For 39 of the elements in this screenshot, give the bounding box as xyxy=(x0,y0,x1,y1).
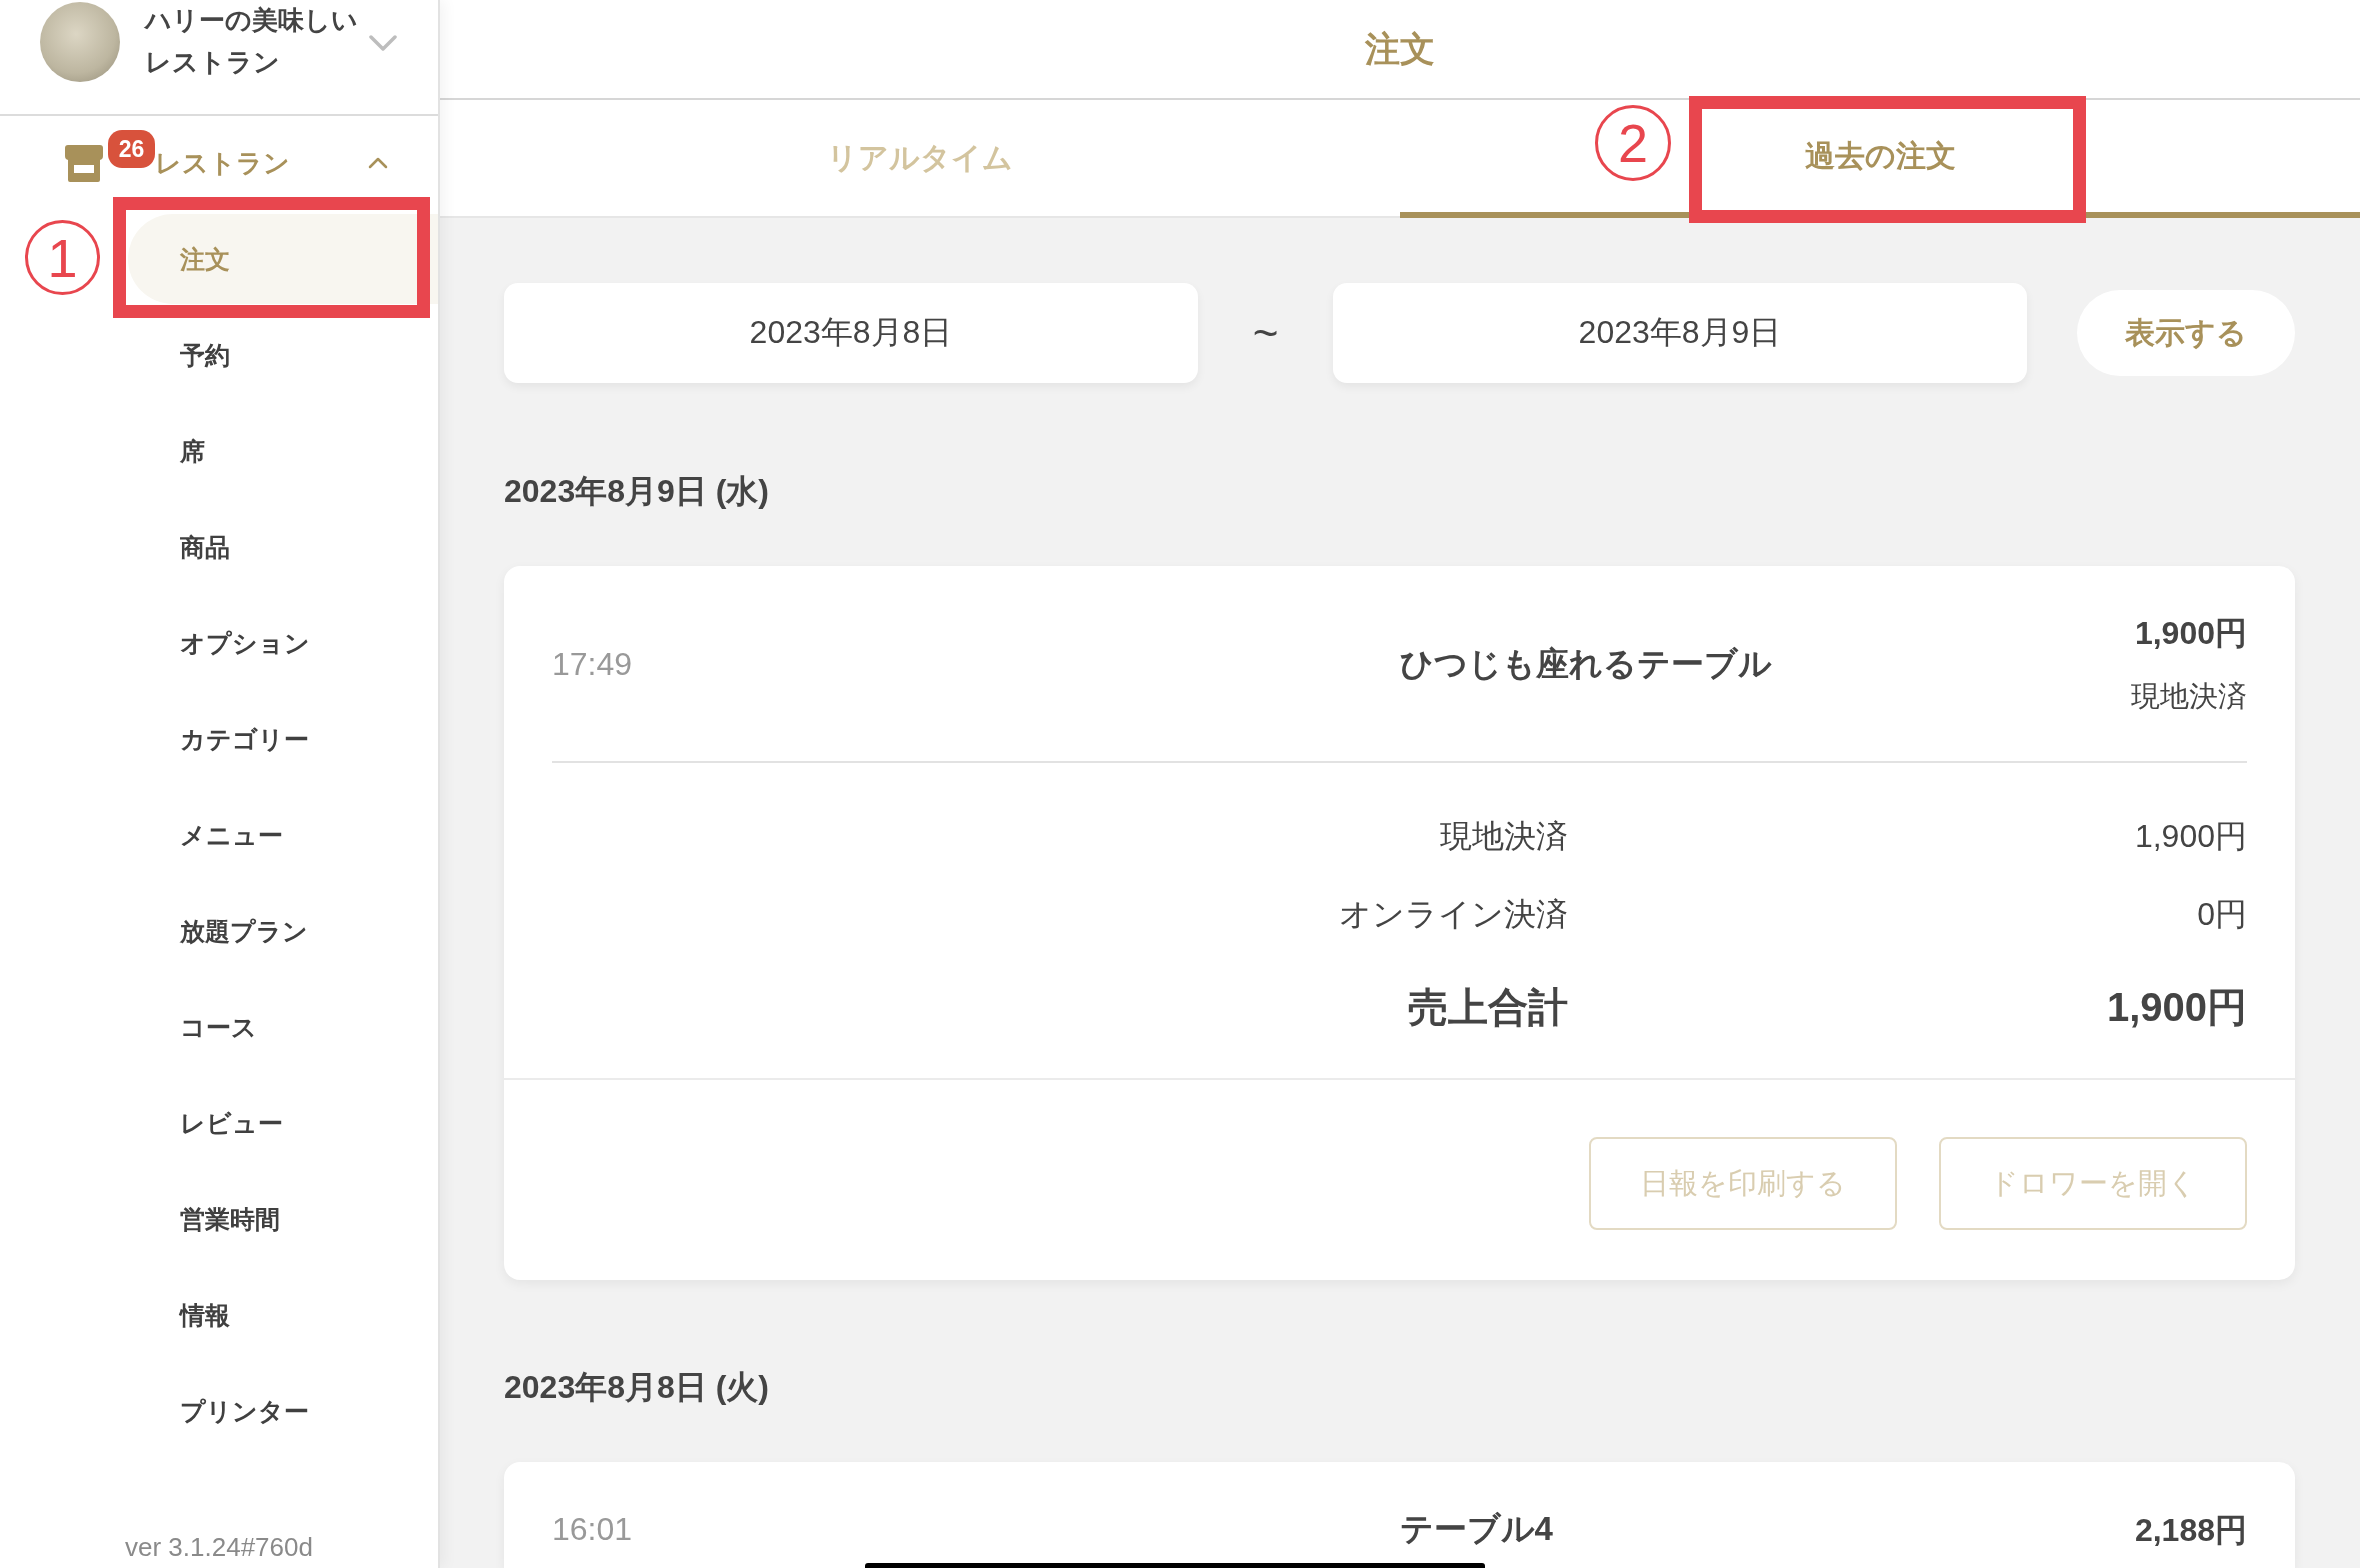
annotation-number: 1 xyxy=(25,220,100,295)
sidebar-item[interactable]: 席 xyxy=(128,406,438,496)
summary-label: 現地決済 xyxy=(1439,817,1568,856)
table-name: テーブル4 xyxy=(1399,1509,1553,1549)
date-field[interactable]: 2023年8月8日 xyxy=(504,283,1198,383)
date-heading: 2023年8月9日 (水) xyxy=(504,472,770,511)
sidebar-item[interactable]: オプション xyxy=(128,598,438,688)
table-name: ひつじも座れるテーブル xyxy=(1399,643,1772,684)
sidebar-item[interactable]: 商品 xyxy=(128,502,438,592)
sidebar-item[interactable]: プリンター xyxy=(128,1366,438,1456)
chevron-down-icon[interactable] xyxy=(369,35,397,51)
summary-label: オンライン決済 xyxy=(1338,895,1568,934)
sidebar-item[interactable]: 営業時間 xyxy=(128,1174,438,1264)
annotation-number: 2 xyxy=(1595,105,1671,181)
sidebar-item[interactable]: カテゴリー xyxy=(128,694,438,784)
sidebar-item[interactable]: 予約 xyxy=(128,310,438,400)
date-heading: 2023年8月8日 (火) xyxy=(504,1368,770,1407)
date-field[interactable]: 2023年8月9日 xyxy=(1333,283,2027,383)
store-icon xyxy=(65,144,103,182)
sidebar-item[interactable]: コース xyxy=(128,982,438,1072)
summary-value: 1,900円 xyxy=(2133,817,2247,856)
sidebar-item[interactable]: 情報 xyxy=(128,1270,438,1360)
version-label: ver 3.1.24#760d xyxy=(125,1531,313,1563)
range-separator: ~ xyxy=(1251,308,1280,358)
page-title: 注文 xyxy=(1365,27,1435,70)
restaurant-name[interactable]: ハリーの美味しいレストラン xyxy=(145,0,363,83)
order-amount: 1,900円 xyxy=(2134,614,2247,653)
sidebar-item[interactable]: メニュー xyxy=(128,790,438,880)
summary-value: 0円 xyxy=(2196,895,2247,934)
count-badge: 26 xyxy=(108,130,155,168)
total-value: 1,900円 xyxy=(2105,984,2247,1031)
sidebar-item[interactable]: 放題プラン xyxy=(128,886,438,976)
sidebar-item[interactable]: レビュー xyxy=(128,1078,438,1168)
chevron-up-icon[interactable] xyxy=(368,157,388,169)
order-time: 16:01 xyxy=(552,1511,634,1548)
total-label: 売上合計 xyxy=(1407,984,1568,1031)
payment-method: 現地決済 xyxy=(2131,679,2247,714)
order-time: 17:49 xyxy=(552,645,634,683)
order-amount: 2,188円 xyxy=(2134,1510,2247,1550)
